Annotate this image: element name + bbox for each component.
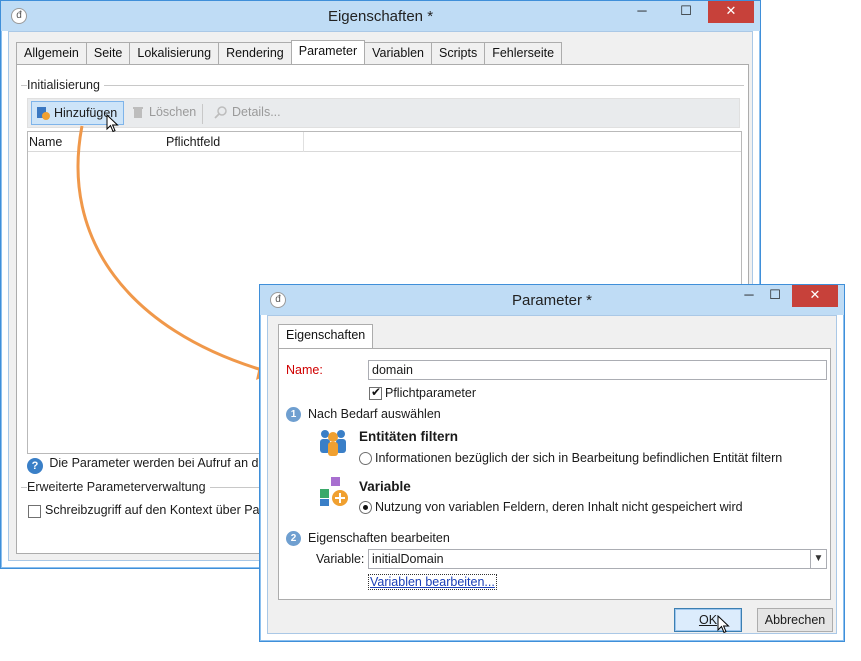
dialog-maximize-button[interactable]: ☐ xyxy=(758,285,792,307)
tab-rendering[interactable]: Rendering xyxy=(218,42,292,64)
delete-button-label: Löschen xyxy=(149,105,197,119)
edit-variables-link[interactable]: Variablen bearbeiten... xyxy=(368,574,497,590)
ok-button-label: OK xyxy=(698,613,718,627)
close-button[interactable]: ✕ xyxy=(708,1,754,23)
parameter-dialog: đ Parameter * ─ ☐ ✕ Eigenschaften Name: … xyxy=(259,284,845,642)
required-label: Pflichtparameter xyxy=(385,386,477,400)
write-access-checkbox[interactable] xyxy=(28,505,41,518)
tab-seite[interactable]: Seite xyxy=(85,42,131,64)
variable-radio[interactable] xyxy=(359,501,372,514)
add-parameter-icon xyxy=(37,107,50,120)
trash-icon xyxy=(133,107,143,118)
hint-row: ? Die Parameter werden bei Aufruf an die xyxy=(27,458,267,474)
minimize-button[interactable]: ─ xyxy=(625,1,659,23)
entity-option-label: Informationen bezüglich der sich in Bear… xyxy=(375,451,783,465)
tab-parameter[interactable]: Parameter xyxy=(290,40,366,64)
variable-blocks-icon xyxy=(320,477,348,506)
maximize-button[interactable]: ☐ xyxy=(669,1,703,23)
grid-header: Name Pflichtfeld xyxy=(28,132,741,152)
variable-label: Variable: xyxy=(316,552,365,566)
properties-pane: Name: domain Pflichtparameter 1 Nach Bed… xyxy=(278,348,831,600)
dialog-tabs: Eigenschaften xyxy=(278,324,374,348)
tab-allgemein[interactable]: Allgemein xyxy=(16,42,87,64)
tab-fehlerseite[interactable]: Fehlerseite xyxy=(484,42,563,64)
tab-lokalisierung[interactable]: Lokalisierung xyxy=(129,42,220,64)
cancel-button[interactable]: Abbrechen xyxy=(757,608,833,632)
step1-label: Nach Bedarf auswählen xyxy=(308,407,441,421)
write-access-label: Schreibzugriff auf den Kontext über Para… xyxy=(45,503,278,517)
ok-button[interactable]: OK xyxy=(674,608,742,632)
cancel-button-label: Abbrechen xyxy=(764,613,826,627)
variable-select[interactable]: initialDomain ▼ xyxy=(368,549,827,569)
magnifier-icon xyxy=(214,106,227,119)
details-button-label: Details... xyxy=(232,105,281,119)
dialog-titlebar[interactable]: đ Parameter * ─ ☐ ✕ xyxy=(260,285,844,315)
dialog-body: Eigenschaften Name: domain Pflichtparame… xyxy=(267,315,837,634)
tab-variablen[interactable]: Variablen xyxy=(364,42,432,64)
main-tabs: Allgemein Seite Lokalisierung Rendering … xyxy=(16,40,563,64)
step2-badge: 2 xyxy=(286,531,301,546)
init-group-label: Initialisierung xyxy=(27,78,104,92)
step1-badge: 1 xyxy=(286,407,301,422)
column-separator xyxy=(303,132,304,152)
group-divider xyxy=(21,85,744,86)
variable-select-value: initialDomain xyxy=(372,552,444,566)
mouse-cursor-icon xyxy=(106,114,119,133)
advanced-group-label: Erweiterte Parameterverwaltung xyxy=(27,480,210,494)
question-icon: ? xyxy=(27,458,43,474)
people-icon xyxy=(320,430,346,456)
tab-eigenschaften[interactable]: Eigenschaften xyxy=(278,324,374,348)
mouse-cursor-icon xyxy=(717,615,730,634)
delete-button[interactable]: Löschen xyxy=(127,101,196,125)
tab-scripts[interactable]: Scripts xyxy=(431,42,486,64)
required-checkbox[interactable] xyxy=(369,385,382,400)
parameter-toolbar: Hinzufügen Löschen Details... xyxy=(27,98,740,128)
main-titlebar[interactable]: đ Eigenschaften * ─ ☐ ✕ xyxy=(1,1,760,31)
column-name[interactable]: Name xyxy=(29,135,62,149)
step2-label: Eigenschaften bearbeiten xyxy=(308,531,450,545)
chevron-down-icon[interactable]: ▼ xyxy=(810,550,826,568)
variable-title: Variable xyxy=(359,479,411,494)
name-label: Name: xyxy=(286,363,323,377)
entity-title: Entitäten filtern xyxy=(359,429,459,444)
toolbar-separator xyxy=(202,104,203,124)
details-button[interactable]: Details... xyxy=(210,101,281,125)
column-required[interactable]: Pflichtfeld xyxy=(166,135,220,149)
dialog-close-button[interactable]: ✕ xyxy=(792,285,838,307)
entity-radio[interactable] xyxy=(359,452,372,465)
name-input[interactable]: domain xyxy=(368,360,827,380)
hint-text: Die Parameter werden bei Aufruf an die xyxy=(49,458,267,470)
variable-option-label: Nutzung von variablen Feldern, deren Inh… xyxy=(375,500,743,514)
